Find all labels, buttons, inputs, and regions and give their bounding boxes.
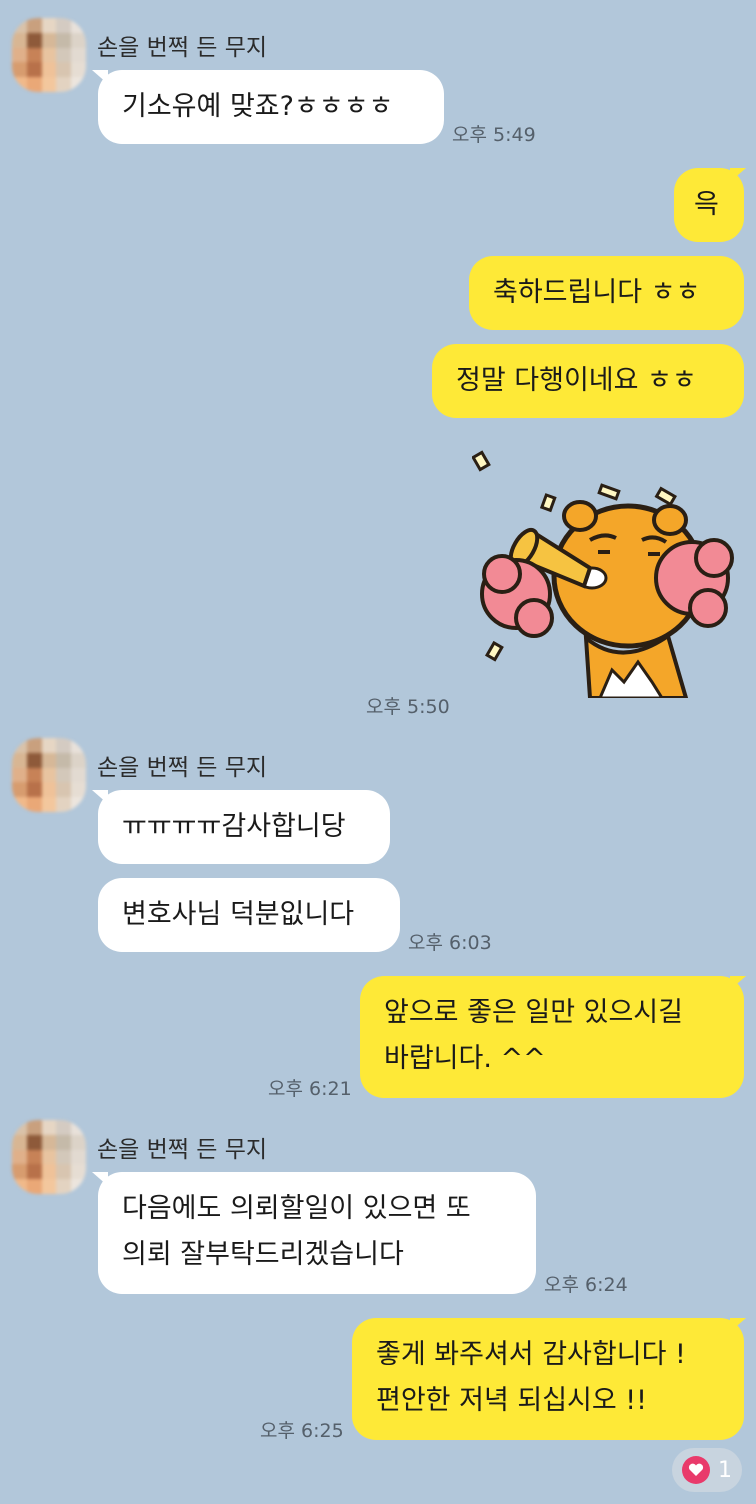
message-bubble[interactable]: 축하드립니다 ㅎㅎ xyxy=(469,256,744,330)
message-line: 편안한 저녁 되십시오 !! xyxy=(376,1385,647,1416)
heart-icon xyxy=(682,1456,710,1484)
sender-name: 손을 번쩍 든 무지 xyxy=(97,35,268,61)
message-time: 오후 6:21 xyxy=(268,1078,352,1100)
sender-name: 손을 번쩍 든 무지 xyxy=(97,1137,268,1163)
message-bubble[interactable]: 윽 xyxy=(674,168,744,242)
sender-avatar[interactable] xyxy=(12,1120,86,1194)
message-bubble[interactable]: 좋게 봐주셔서 감사합니다 ! 편안한 저녁 되십시오 !! xyxy=(352,1318,744,1440)
message-line: 바랍니다. ^^ xyxy=(384,1043,546,1074)
message-bubble[interactable]: 다음에도 의뢰할일이 있으면 또 의뢰 잘부탁드리겠습니다 xyxy=(98,1172,536,1294)
message-bubble[interactable]: 정말 다행이네요 ㅎㅎ xyxy=(432,344,744,418)
message-bubble[interactable]: 앞으로 좋은 일만 있으시길 바랍니다. ^^ xyxy=(360,976,744,1098)
message-time: 오후 6:03 xyxy=(408,932,492,954)
reaction-count: 1 xyxy=(718,1457,732,1483)
message-bubble[interactable]: 변호사님 덕분잆니다 xyxy=(98,878,400,952)
sender-name: 손을 번쩍 든 무지 xyxy=(97,755,268,781)
reaction-badge[interactable]: 1 xyxy=(672,1448,742,1492)
message-bubble[interactable]: 기소유예 맞죠?ㅎㅎㅎㅎ xyxy=(98,70,444,144)
message-time: 오후 6:24 xyxy=(544,1274,628,1296)
message-time: 오후 6:25 xyxy=(260,1420,344,1442)
message-line: 다음에도 의뢰할일이 있으면 또 xyxy=(122,1193,471,1224)
cheering-lion-sticker-icon[interactable] xyxy=(472,448,752,698)
sender-avatar[interactable] xyxy=(12,738,86,812)
message-line: 앞으로 좋은 일만 있으시길 xyxy=(384,997,683,1028)
message-time: 오후 5:49 xyxy=(452,124,536,146)
message-bubble[interactable]: ㅠㅠㅠㅠ감사합니당 xyxy=(98,790,390,864)
sender-avatar[interactable] xyxy=(12,18,86,92)
message-time: 오후 5:50 xyxy=(366,696,450,718)
message-line: 좋게 봐주셔서 감사합니다 ! xyxy=(376,1339,686,1370)
message-line: 의뢰 잘부탁드리겠습니다 xyxy=(122,1239,404,1270)
